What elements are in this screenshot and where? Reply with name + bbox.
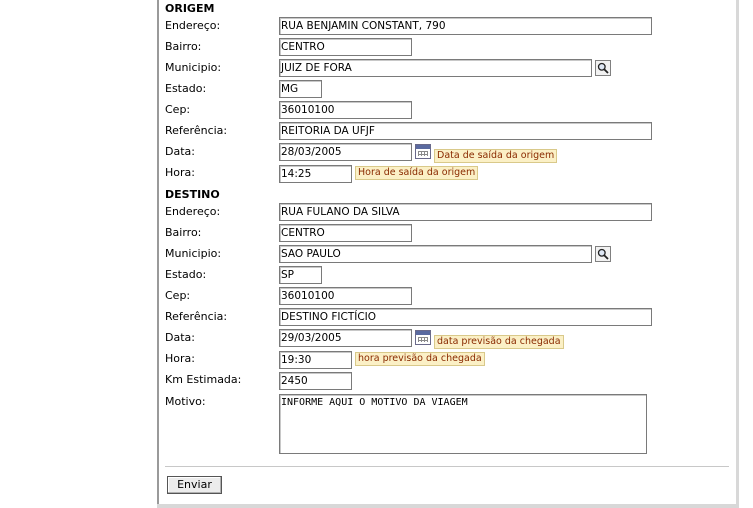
km-estimada-label: Km Estimada: bbox=[165, 373, 242, 386]
destino-section-title: DESTINO bbox=[165, 188, 220, 201]
destino-cep-input[interactable]: 36010100 bbox=[279, 287, 412, 305]
origem-section-title: ORIGEM bbox=[165, 2, 215, 15]
km-estimada-input[interactable]: 2450 bbox=[279, 372, 352, 390]
destino-bairro-label: Bairro: bbox=[165, 226, 202, 239]
origem-referencia-input[interactable]: REITORIA DA UFJF bbox=[279, 122, 652, 140]
destino-municipio-search-button[interactable] bbox=[595, 246, 611, 262]
origem-data-input[interactable]: 28/03/2005 bbox=[279, 143, 412, 161]
origem-estado-input[interactable]: MG bbox=[279, 80, 322, 98]
destino-bairro-input[interactable]: CENTRO bbox=[279, 224, 412, 242]
destino-hora-hint: hora previsão da chegada bbox=[355, 352, 485, 366]
destino-hora-label: Hora: bbox=[165, 352, 195, 365]
origem-data-hint: Data de saída da origem bbox=[434, 149, 558, 163]
destino-endereco-label: Endereço: bbox=[165, 205, 221, 218]
origem-hora-input[interactable]: 14:25 bbox=[279, 165, 352, 183]
destino-data-input[interactable]: 29/03/2005 bbox=[279, 329, 412, 347]
destino-endereco-input[interactable]: RUA FULANO DA SILVA bbox=[279, 203, 652, 221]
origem-data-label: Data: bbox=[165, 145, 195, 158]
destino-estado-input[interactable]: SP bbox=[279, 266, 322, 284]
form-divider bbox=[165, 466, 729, 467]
magnifier-icon bbox=[597, 248, 609, 260]
origem-municipio-label: Municipio: bbox=[165, 61, 222, 74]
origem-bairro-label: Bairro: bbox=[165, 40, 202, 53]
origem-referencia-label: Referência: bbox=[165, 124, 228, 137]
origem-endereco-label: Endereço: bbox=[165, 19, 221, 32]
origem-cep-label: Cep: bbox=[165, 103, 191, 116]
destino-data-label: Data: bbox=[165, 331, 195, 344]
destino-hora-input[interactable]: 19:30 bbox=[279, 351, 352, 369]
origem-hora-hint: Hora de saída da origem bbox=[355, 166, 479, 180]
destino-cep-label: Cep: bbox=[165, 289, 191, 302]
origem-cep-input[interactable]: 36010100 bbox=[279, 101, 412, 119]
destino-municipio-input[interactable]: SAO PAULO bbox=[279, 245, 592, 263]
magnifier-icon bbox=[597, 62, 609, 74]
enviar-button[interactable]: Enviar bbox=[167, 476, 222, 494]
window-shadow-right bbox=[736, 0, 739, 504]
destino-referencia-label: Referência: bbox=[165, 310, 228, 323]
origem-endereco-input[interactable]: RUA BENJAMIN CONSTANT, 790 bbox=[279, 17, 652, 35]
destino-data-hint: data previsão da chegada bbox=[434, 335, 564, 349]
calendar-icon[interactable] bbox=[415, 330, 431, 345]
motivo-label: Motivo: bbox=[165, 395, 206, 408]
origem-bairro-input[interactable]: CENTRO bbox=[279, 38, 412, 56]
origem-municipio-input[interactable]: JUIZ DE FORA bbox=[279, 59, 592, 77]
calendar-icon[interactable] bbox=[415, 144, 431, 159]
origem-hora-label: Hora: bbox=[165, 166, 195, 179]
destino-municipio-label: Municipio: bbox=[165, 247, 222, 260]
destino-referencia-input[interactable]: DESTINO FICTÍCIO bbox=[279, 308, 652, 326]
travel-form-panel: ORIGEM Endereço: RUA BENJAMIN CONSTANT, … bbox=[157, 0, 739, 506]
destino-estado-label: Estado: bbox=[165, 268, 207, 281]
origem-municipio-search-button[interactable] bbox=[595, 60, 611, 76]
motivo-textarea[interactable]: INFORME AQUI O MOTIVO DA VIAGEM bbox=[279, 394, 647, 454]
window-shadow-bottom bbox=[157, 504, 739, 508]
origem-estado-label: Estado: bbox=[165, 82, 207, 95]
